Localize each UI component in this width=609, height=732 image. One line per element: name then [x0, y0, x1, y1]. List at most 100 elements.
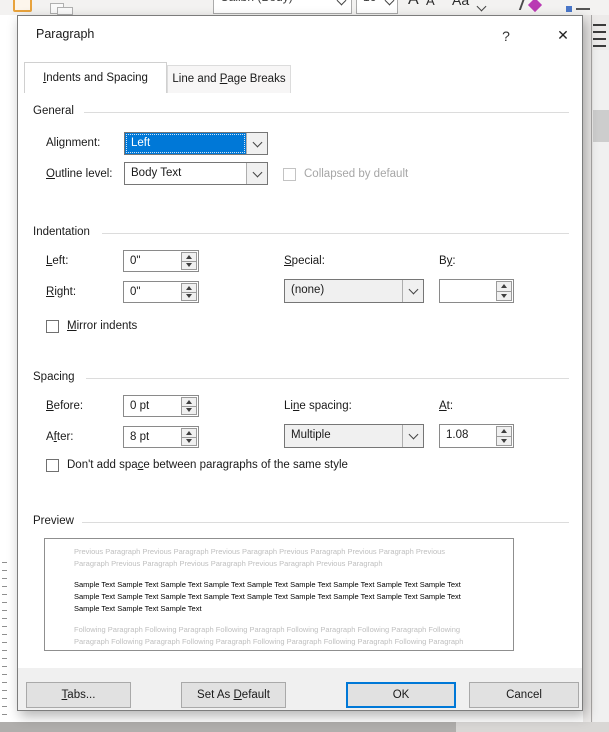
ruler-tick-icon — [2, 618, 7, 619]
tabs-button[interactable]: Tabs... — [26, 682, 131, 708]
preview-line: Sample Text Sample Text Sample Text Samp… — [74, 580, 461, 589]
paste-icon[interactable] — [13, 0, 32, 12]
line-spacing-select[interactable]: Multiple — [284, 424, 424, 448]
vertical-ruler — [0, 15, 17, 732]
spinner-down-button[interactable] — [497, 437, 511, 446]
right-indent-spinner[interactable]: 0" — [123, 281, 199, 303]
spinner-up-button[interactable] — [182, 284, 196, 293]
by-value[interactable] — [440, 280, 495, 302]
change-case-button[interactable]: Aa — [452, 0, 469, 8]
bullets-icon[interactable] — [566, 6, 572, 12]
chevron-down-icon — [408, 429, 418, 440]
ruler-tick-icon — [2, 658, 7, 659]
collapsed-by-default-label: Collapsed by default — [304, 168, 409, 180]
tab-line-and-page-breaks[interactable]: Line and Page Breaks — [167, 65, 291, 93]
ok-button[interactable]: OK — [346, 682, 456, 708]
help-button[interactable]: ? — [492, 24, 520, 48]
before-spacing-label: Before: — [46, 400, 84, 412]
document-bottom-edge-light — [456, 722, 609, 732]
outline-dropdown-button[interactable] — [246, 163, 267, 184]
spinner-up-icon — [186, 430, 192, 435]
align-justify-icon — [593, 31, 606, 33]
special-label: Special: — [284, 255, 325, 267]
by-spinner[interactable] — [439, 279, 514, 303]
spinner-down-icon — [501, 438, 507, 443]
help-icon: ? — [502, 28, 510, 44]
mirror-indents-label: Mirror indents — [67, 320, 138, 332]
special-dropdown-button[interactable] — [402, 280, 423, 302]
shrink-font-button[interactable]: A — [426, 0, 435, 8]
scrollbar-track[interactable] — [593, 50, 609, 722]
alignment-dropdown-button[interactable] — [246, 133, 267, 154]
ruler-tick-icon — [2, 610, 7, 611]
ruler-tick-icon — [2, 570, 7, 571]
spinner-up-button[interactable] — [182, 398, 196, 407]
paragraph-dialog: Paragraph ? ✕ Indents and Spacing Line a… — [17, 15, 583, 711]
spinner-up-button[interactable] — [182, 253, 196, 262]
close-icon: ✕ — [557, 27, 569, 43]
cancel-button[interactable]: Cancel — [469, 682, 579, 708]
special-select[interactable]: (none) — [284, 279, 424, 303]
chevron-down-icon — [336, 0, 347, 6]
right-indent-value[interactable]: 0" — [124, 282, 180, 302]
spinner-up-icon — [186, 285, 192, 290]
set-as-default-button[interactable]: Set As Default — [181, 682, 286, 708]
spacing-section-label: Spacing — [33, 371, 75, 383]
alignment-select[interactable]: Left — [124, 132, 268, 155]
spinner-down-button[interactable] — [182, 262, 196, 270]
before-spacing-spinner[interactable]: 0 pt — [123, 395, 199, 417]
ruler-tick-icon — [2, 706, 7, 707]
clear-formatting-eraser-icon — [527, 0, 543, 13]
window-divider — [591, 15, 592, 732]
ruler-tick-icon — [2, 682, 7, 683]
left-indent-spinner[interactable]: 0" — [123, 250, 199, 272]
line-spacing-label: Line spacing: — [284, 400, 352, 412]
preview-line: Following Paragraph Following Paragraph … — [74, 625, 461, 634]
spinner-down-button[interactable] — [182, 407, 196, 415]
preview-line: Paragraph Following Paragraph Following … — [74, 637, 464, 646]
indentation-separator — [102, 233, 569, 234]
tab-indents-and-spacing[interactable]: Indents and Spacing — [24, 62, 167, 93]
spinner-down-icon — [186, 294, 192, 299]
spinner-up-button[interactable] — [182, 429, 196, 438]
before-spacing-value[interactable]: 0 pt — [124, 396, 180, 416]
after-spacing-value[interactable]: 8 pt — [124, 427, 180, 447]
preview-line: Following Paragraph Following Paragraph … — [74, 648, 507, 650]
ruler-tick-icon — [2, 562, 7, 563]
left-indent-label: Left: — [46, 255, 69, 267]
bullets-line — [576, 8, 590, 10]
scrollbar-thumb[interactable] — [593, 110, 609, 142]
document-bottom-edge — [0, 722, 456, 732]
spinner-up-icon — [501, 284, 507, 289]
spinner-down-button[interactable] — [497, 292, 511, 301]
close-button[interactable]: ✕ — [546, 22, 580, 49]
spinner-up-button[interactable] — [497, 427, 511, 437]
line-spacing-dropdown-button[interactable] — [402, 425, 423, 447]
preview-separator — [82, 522, 569, 523]
chevron-down-icon — [408, 284, 418, 295]
grow-font-button[interactable]: A — [408, 0, 419, 9]
align-justify-icon — [593, 45, 606, 47]
dialog-title: Paragraph — [36, 27, 95, 41]
spinner-down-button[interactable] — [182, 438, 196, 446]
at-spinner[interactable]: 1.08 — [439, 424, 514, 448]
spinner-down-button[interactable] — [182, 293, 196, 301]
ruler-tick-icon — [2, 626, 7, 627]
after-spacing-spinner[interactable]: 8 pt — [123, 426, 199, 448]
dont-add-space-checkbox[interactable] — [46, 459, 59, 472]
ruler-tick-icon — [2, 666, 7, 667]
at-label: At: — [439, 400, 454, 412]
general-separator — [84, 112, 569, 113]
ruler-tick-icon — [2, 602, 7, 603]
at-value[interactable]: 1.08 — [440, 425, 495, 447]
outline-level-select[interactable]: Body Text — [124, 162, 268, 185]
spinner-up-button[interactable] — [497, 282, 511, 292]
font-name-combobox[interactable]: Calibri (Body) — [213, 0, 352, 14]
ruler-tick-icon — [2, 594, 7, 595]
preview-line: Paragraph Previous Paragraph Previous Pa… — [74, 559, 383, 568]
left-indent-value[interactable]: 0" — [124, 251, 180, 271]
mirror-indents-checkbox[interactable] — [46, 320, 59, 333]
preview-pane: Previous Paragraph Previous Paragraph Pr… — [44, 538, 514, 651]
ruler-tick-icon — [2, 714, 7, 715]
font-size-combobox[interactable]: 16 — [356, 0, 398, 14]
